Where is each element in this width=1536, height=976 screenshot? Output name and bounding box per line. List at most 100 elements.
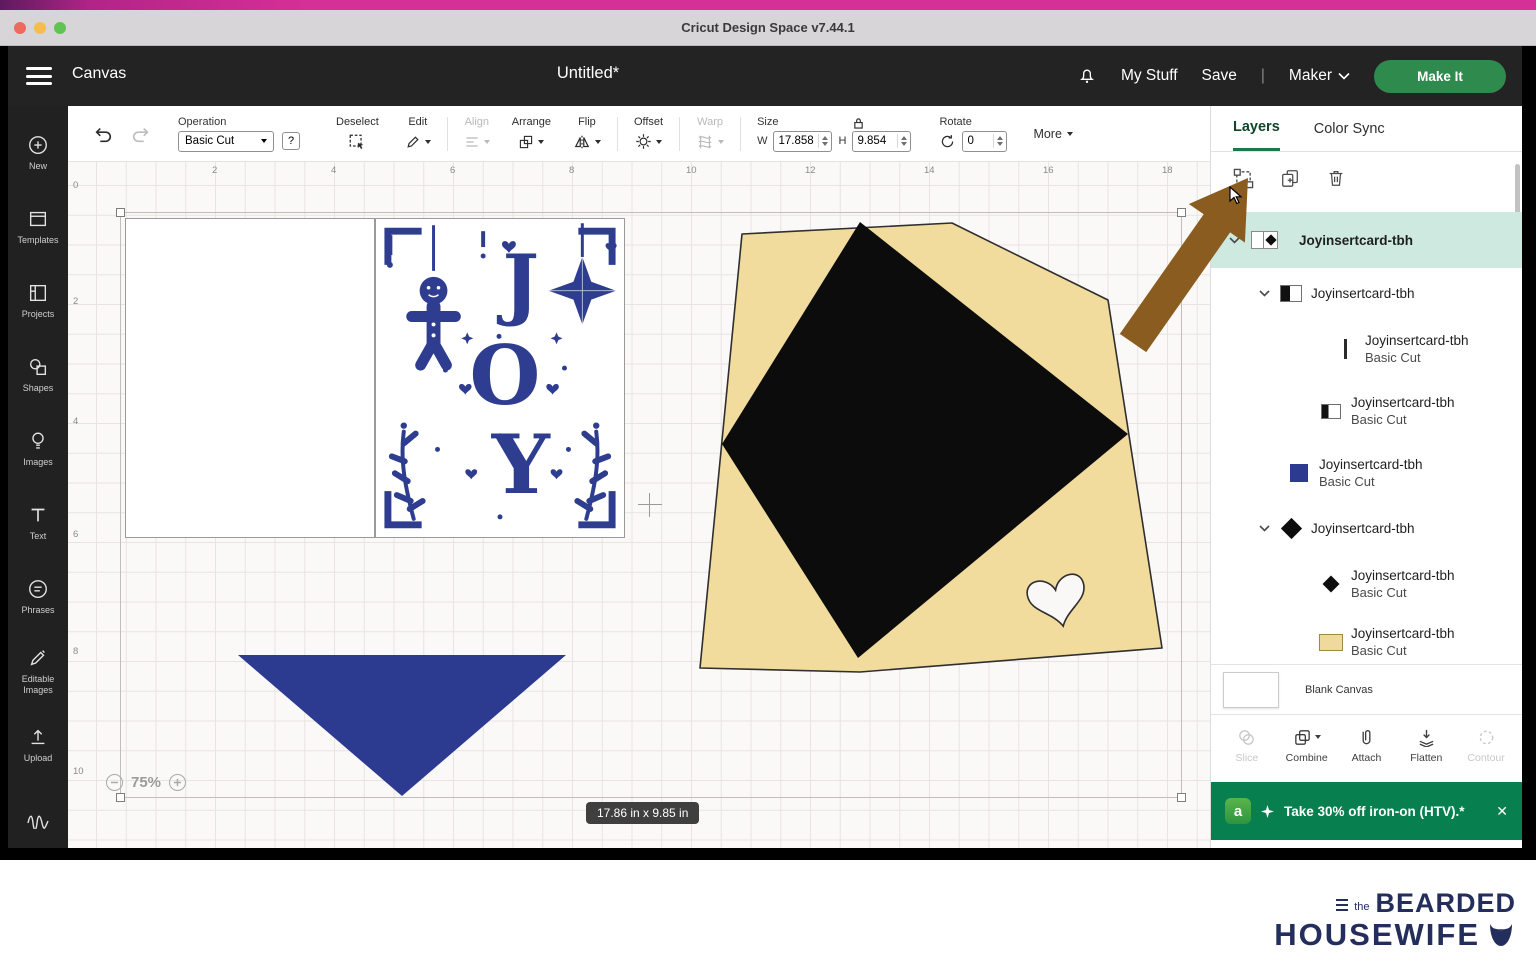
duplicate-button[interactable]: [1280, 168, 1300, 188]
edit-toolbar: Operation Basic Cut ? Deselect Edit Alig…: [68, 106, 1210, 162]
joy-letter-j: J: [497, 239, 540, 330]
machine-selector[interactable]: Maker: [1289, 67, 1350, 85]
rotate-input[interactable]: [962, 130, 1008, 152]
flip-label: Flip: [578, 115, 596, 128]
operation-select[interactable]: Basic Cut: [178, 130, 274, 152]
selection-size-tooltip: 17.86 in x 9.85 in: [586, 802, 700, 824]
images-icon: [32, 432, 44, 449]
sidebar-item-upload[interactable]: Upload: [8, 708, 68, 782]
deselect-button[interactable]: Deselect: [336, 116, 379, 152]
arrange-button[interactable]: Arrange: [512, 116, 551, 152]
monogram-icon[interactable]: [25, 807, 51, 834]
lock-icon[interactable]: [853, 116, 864, 134]
edit-button[interactable]: Edit: [405, 116, 431, 152]
layer-row[interactable]: Joyinsertcard-tbh Basic Cut: [1211, 552, 1522, 616]
zoom-in-button[interactable]: [169, 774, 187, 791]
save-link[interactable]: Save: [1202, 67, 1237, 85]
canvas-area[interactable]: 2 4 6 8 10 12 14 16 18 0 2 4 6 8 10 J O …: [68, 162, 1210, 848]
operation-group: Operation Basic Cut ?: [178, 116, 300, 152]
rotate-icon[interactable]: [939, 133, 956, 150]
layer-row[interactable]: Joyinsertcard-tbh Basic Cut: [1211, 318, 1522, 380]
joy-letter-o: O: [470, 329, 541, 424]
toolbar-divider: [679, 116, 681, 151]
layer-thumbnail: [1319, 575, 1343, 593]
window-title: Cricut Design Space v7.44.1: [681, 20, 855, 35]
make-it-button[interactable]: Make It: [1374, 59, 1506, 93]
new-icon: [29, 136, 47, 155]
zoom-control: 75%: [106, 774, 187, 791]
flatten-button[interactable]: Flatten: [1396, 715, 1456, 776]
sidebar-item-phrases[interactable]: Phrases: [8, 560, 68, 634]
canvas-color-swatch[interactable]: [1223, 671, 1279, 708]
layer-row[interactable]: Joyinsertcard-tbh Basic Cut: [1211, 616, 1522, 664]
chevron-down-icon[interactable]: [1229, 236, 1241, 244]
delete-button[interactable]: [1326, 168, 1346, 188]
width-input[interactable]: [773, 130, 833, 152]
chevron-down-icon: [424, 139, 431, 144]
blank-canvas-row[interactable]: Blank Canvas: [1211, 664, 1522, 714]
layer-row-group[interactable]: Joyinsertcard-tbh: [1211, 212, 1522, 268]
layer-row[interactable]: Joyinsertcard-tbh Basic Cut: [1211, 442, 1522, 504]
notifications-bell-icon[interactable]: [1077, 66, 1097, 86]
envelope-shape[interactable]: [658, 198, 1198, 703]
center-crosshair: [638, 493, 662, 517]
group-button[interactable]: [1233, 168, 1254, 189]
joy-card-design[interactable]: J O Y: [375, 218, 625, 538]
combine-icon: [1294, 729, 1310, 745]
zoom-out-button[interactable]: [106, 774, 123, 791]
tab-color-sync[interactable]: Color Sync: [1314, 106, 1385, 151]
deselect-icon: [348, 132, 366, 152]
layer-name: Joyinsertcard-tbh: [1299, 232, 1414, 248]
combine-label: Combine: [1285, 751, 1328, 764]
undo-icon[interactable]: [92, 124, 114, 144]
sidebar-item-projects[interactable]: Projects: [8, 264, 68, 338]
chevron-down-icon[interactable]: [1259, 524, 1271, 532]
sidebar-item-new[interactable]: New: [8, 116, 68, 190]
flip-button[interactable]: Flip: [573, 116, 601, 152]
help-button[interactable]: ?: [282, 132, 300, 150]
height-input[interactable]: [852, 130, 912, 152]
combine-button[interactable]: Combine: [1277, 715, 1337, 776]
blue-triangle-shape[interactable]: [228, 648, 573, 805]
upload-icon: [31, 729, 45, 745]
attach-button[interactable]: Attach: [1337, 715, 1397, 776]
sidebar-label: Images: [23, 457, 53, 468]
document-title[interactable]: Untitled*: [528, 64, 648, 83]
rotate-stepper[interactable]: [993, 134, 1006, 148]
sidebar-item-editable-images[interactable]: Editable Images: [8, 634, 68, 708]
ruler-tick: 8: [73, 646, 79, 657]
selection-handle[interactable]: [1177, 793, 1186, 802]
ruler-tick: 4: [331, 165, 337, 176]
tab-layers[interactable]: Layers: [1233, 106, 1280, 151]
width-stepper[interactable]: [818, 134, 831, 148]
sidebar-item-text[interactable]: Text: [8, 486, 68, 560]
height-stepper[interactable]: [897, 134, 910, 148]
logo-lines-icon: [1336, 899, 1349, 911]
make-it-label: Make It: [1417, 68, 1463, 84]
text-icon: [31, 509, 45, 522]
card-blank-panel[interactable]: [125, 218, 375, 538]
close-icon[interactable]: ✕: [1496, 803, 1508, 820]
layer-thumbnail: [1249, 229, 1291, 251]
sidebar-item-shapes[interactable]: Shapes: [8, 338, 68, 412]
menu-icon[interactable]: [26, 67, 52, 85]
layer-row-group[interactable]: Joyinsertcard-tbh: [1211, 504, 1522, 552]
sidebar-item-images[interactable]: Images: [8, 412, 68, 486]
layer-row[interactable]: Joyinsertcard-tbh Basic Cut: [1211, 380, 1522, 442]
sidebar-item-templates[interactable]: Templates: [8, 190, 68, 264]
selection-handle[interactable]: [116, 208, 125, 217]
chevron-down-icon[interactable]: [1259, 289, 1271, 297]
my-stuff-link[interactable]: My Stuff: [1121, 67, 1178, 85]
screenshot-stage: Cricut Design Space v7.44.1 Canvas Untit…: [0, 0, 1536, 976]
toolbar-divider: [446, 116, 448, 151]
layer-row-group[interactable]: Joyinsertcard-tbh: [1211, 268, 1522, 318]
sidebar-label: Shapes: [22, 383, 54, 394]
more-button[interactable]: More: [1033, 127, 1073, 141]
size-label: Size: [757, 115, 779, 128]
chevron-down-icon[interactable]: [1314, 735, 1321, 739]
offset-button[interactable]: Offset: [634, 116, 663, 152]
align-button: Align: [464, 116, 490, 152]
layer-operation: Basic Cut: [1319, 474, 1375, 489]
selection-handle[interactable]: [116, 793, 125, 802]
logo-line2: HOUSEWIFE: [1274, 917, 1480, 952]
